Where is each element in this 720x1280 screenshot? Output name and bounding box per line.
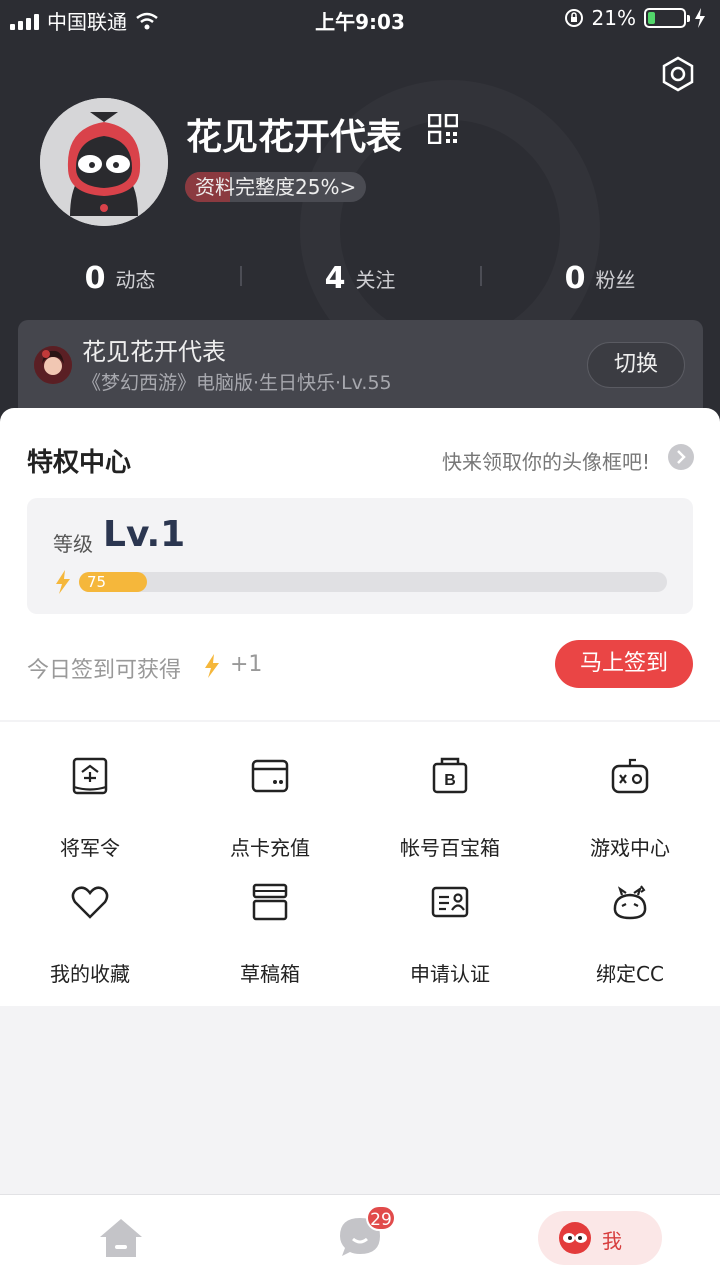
lightning-icon [205, 654, 219, 678]
tab-bar: 29 我 [0, 1194, 720, 1280]
status-bar: 中国联通 上午9:03 21% [0, 0, 720, 38]
rotation-lock-icon [564, 9, 583, 27]
profile-completeness-label: 资料完整度25%> [195, 175, 357, 199]
stats-row: 0 动态 4 关注 0 粉丝 [0, 256, 720, 300]
id-card-icon [431, 886, 469, 918]
menu-label: 申请认证 [410, 962, 490, 986]
privilege-center: 特权中心 快来领取你的头像框吧! 等级 Lv.1 75 今日签到可获得 +1 马… [0, 408, 720, 720]
stat-following-label: 关注 [355, 267, 396, 292]
drafts-icon [252, 883, 288, 921]
checkin-reward-amount: +1 [230, 652, 263, 677]
level-value: Lv.1 [103, 514, 186, 555]
role-subtitle: 《梦幻西游》电脑版·生日快乐·Lv.55 [82, 372, 392, 394]
home-icon[interactable] [98, 1215, 144, 1259]
checkin-reward-text: 今日签到可获得 [27, 658, 182, 683]
menu-label: 我的收藏 [50, 962, 130, 986]
menu-label: 点卡充值 [230, 836, 310, 860]
card-recharge-icon [251, 759, 289, 793]
nickname: 花见花开代表 [186, 117, 403, 158]
level-box[interactable]: 等级 Lv.1 75 [27, 498, 693, 614]
menu-verification[interactable]: 申请认证 [360, 866, 540, 986]
exp-value: 75 [87, 573, 107, 591]
stats-divider [240, 266, 242, 286]
privilege-title: 特权中心 [27, 448, 132, 478]
lightning-icon [56, 570, 70, 594]
level-label: 等级 [53, 532, 93, 556]
exp-progress-bar: 75 [79, 572, 667, 592]
game-role-card[interactable]: 花见花开代表 《梦幻西游》电脑版·生日快乐·Lv.55 切换 [18, 320, 703, 420]
heart-icon [71, 886, 109, 919]
ninja-mask-icon [559, 1222, 591, 1254]
menu-label: 帐号百宝箱 [400, 836, 500, 860]
chevron-right-icon[interactable] [668, 444, 694, 470]
gamepad-icon [611, 758, 649, 794]
tab-me[interactable]: 我 [538, 1211, 662, 1265]
tab-me-label: 我 [602, 1229, 622, 1253]
menu-game-center[interactable]: 游戏中心 [540, 740, 720, 860]
message-badge: 29 [366, 1205, 396, 1231]
charging-icon [695, 8, 705, 28]
avatar[interactable] [40, 98, 168, 226]
stat-following-count: 4 [324, 260, 346, 296]
menu-treasure-box[interactable]: B 帐号百宝箱 [360, 740, 540, 860]
profile-header: 中国联通 上午9:03 21% 花见花开代表 资料完整度25%> 0 动态 4 … [0, 0, 720, 430]
menu-label: 草稿箱 [240, 962, 300, 986]
menu-label: 游戏中心 [590, 836, 670, 860]
menu-favorites[interactable]: 我的收藏 [0, 866, 180, 986]
menu-drafts[interactable]: 草稿箱 [180, 866, 360, 986]
ninja-mascot-icon [40, 98, 168, 226]
battery-icon [644, 8, 690, 28]
stat-posts[interactable]: 0 动态 [0, 256, 240, 300]
role-portrait-icon [34, 346, 72, 384]
profile-completeness-chip[interactable]: 资料完整度25%> [185, 172, 367, 202]
svg-text:B: B [444, 772, 456, 789]
treasure-box-icon: B [432, 757, 468, 794]
role-avatar [34, 346, 72, 384]
switch-role-button[interactable]: 切换 [587, 342, 685, 388]
stat-posts-label: 动态 [115, 267, 156, 292]
stat-posts-count: 0 [84, 260, 106, 296]
settings-icon[interactable] [660, 56, 696, 92]
menu-label: 绑定CC [596, 962, 664, 986]
stat-fans-label: 粉丝 [595, 267, 636, 292]
cc-icon [613, 885, 647, 920]
stat-following[interactable]: 4 关注 [240, 256, 480, 300]
menu-bind-cc[interactable]: 绑定CC [540, 866, 720, 986]
menu-label: 将军令 [60, 836, 120, 860]
menu-card-recharge[interactable]: 点卡充值 [180, 740, 360, 860]
checkin-button[interactable]: 马上签到 [555, 640, 693, 688]
menu-token[interactable]: 将军令 [0, 740, 180, 860]
stats-divider [480, 266, 482, 286]
stat-fans[interactable]: 0 粉丝 [480, 256, 720, 300]
token-icon [72, 757, 108, 795]
privilege-hint[interactable]: 快来领取你的头像框吧! [442, 446, 650, 475]
feature-grid: 将军令 点卡充值 B 帐号百宝箱 游戏中心 我的收藏 草稿箱 申请认证 绑定CC [0, 722, 720, 1006]
battery-percent: 21% [591, 6, 636, 30]
qr-code-icon[interactable] [428, 114, 458, 144]
stat-fans-count: 0 [564, 260, 586, 296]
role-name: 花见花开代表 [82, 338, 226, 366]
